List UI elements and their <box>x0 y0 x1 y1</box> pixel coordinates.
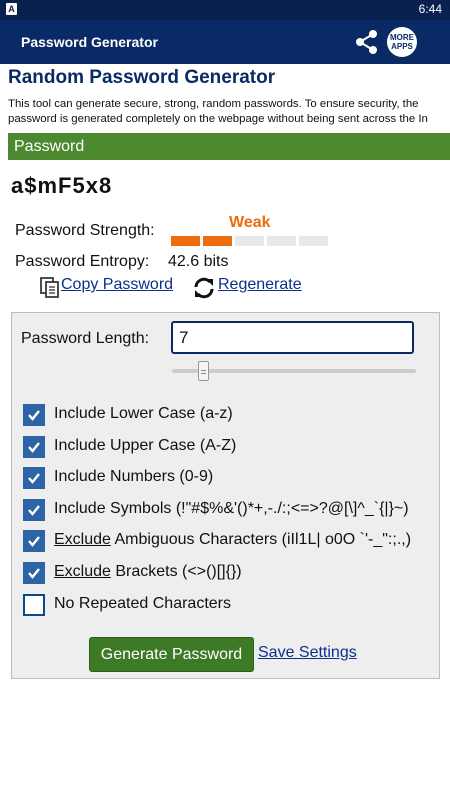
checkbox-checked[interactable] <box>23 498 45 521</box>
password-section-header: Password <box>8 133 450 160</box>
strength-meter <box>171 236 331 246</box>
option-label-text: Include Symbols (!"#$%&'()*+,-./:;<=>?@[… <box>54 499 409 517</box>
option-label-text: Include Upper Case (A-Z) <box>54 436 237 454</box>
option-label-text: Include Lower Case (a-z) <box>54 405 233 422</box>
checkbox-checked[interactable] <box>23 467 45 490</box>
strength-label: Password Strength: <box>15 222 155 239</box>
option-label: Include Upper Case (A-Z) <box>54 437 236 455</box>
option-label: Exclude Brackets (<>()[]{}) <box>54 563 242 581</box>
option-row[interactable]: Include Symbols (!"#$%&'()*+,-./:;<=>?@[… <box>23 498 438 521</box>
option-label-emphasis[interactable]: Exclude <box>54 563 111 580</box>
app-notification-icon: A <box>6 3 17 15</box>
option-row[interactable]: Include Upper Case (A-Z) <box>23 435 438 458</box>
option-row[interactable]: Include Lower Case (a-z) <box>23 404 438 426</box>
strength-segment <box>235 236 264 246</box>
generate-password-button[interactable]: Generate Password <box>89 637 254 672</box>
more-apps-label-2: APPS <box>391 42 413 51</box>
share-icon[interactable] <box>352 28 382 56</box>
option-label: No Repeated Characters <box>54 595 231 613</box>
slider-thumb[interactable] <box>197 361 209 381</box>
option-row[interactable]: Exclude Ambiguous Characters (iIl1L| o0O… <box>23 530 438 553</box>
checkbox-unchecked[interactable] <box>23 593 45 616</box>
app-bar-title: Password Generator <box>21 34 158 50</box>
strength-segment <box>171 236 200 246</box>
option-label: Include Numbers (0-9) <box>54 468 213 486</box>
entropy-value: 42.6 bits <box>168 253 229 270</box>
generated-password[interactable]: a$mF5x8 <box>11 173 112 199</box>
option-label-text: No Repeated Characters <box>54 594 231 612</box>
password-length-label: Password Length: <box>21 330 150 347</box>
checkbox-checked[interactable] <box>23 562 45 584</box>
option-label-text: Ambiguous Characters (iIl1L| o0O `'-_":;… <box>110 531 412 549</box>
entropy-label: Password Entropy: <box>15 253 150 270</box>
option-label: Exclude Ambiguous Characters (iIl1L| o0O… <box>54 531 411 549</box>
option-row[interactable]: No Repeated Characters <box>23 593 438 616</box>
strength-segment <box>203 236 232 246</box>
app-bar: Password Generator MORE APPS <box>0 20 450 64</box>
option-row[interactable]: Include Numbers (0-9) <box>23 467 438 490</box>
page-title: Random Password Generator <box>8 67 276 88</box>
option-label-text: Include Numbers (0-9) <box>54 468 214 486</box>
option-row[interactable]: Exclude Brackets (<>()[]{}) <box>23 562 438 584</box>
option-label-text: Brackets (<>()[]{}) <box>110 563 242 580</box>
more-apps-button[interactable]: MORE APPS <box>387 27 417 57</box>
strength-value: Weak <box>229 214 271 231</box>
copy-icon[interactable] <box>40 277 60 299</box>
strength-segment <box>267 236 296 246</box>
intro-text: This tool can generate secure, strong, r… <box>8 97 450 127</box>
more-apps-label-1: MORE <box>390 33 414 42</box>
status-bar: A 6:44 <box>0 0 450 20</box>
refresh-icon[interactable] <box>192 276 216 300</box>
password-length-input[interactable]: 7 <box>171 321 414 354</box>
copy-password-link[interactable]: Copy Password <box>61 276 173 294</box>
strength-segment <box>299 236 328 246</box>
settings-panel: Password Length: 7 Include Lower Case (a… <box>11 312 440 679</box>
regenerate-link[interactable]: Regenerate <box>218 276 302 294</box>
checkbox-checked[interactable] <box>23 404 45 426</box>
status-time: 6:44 <box>418 2 442 16</box>
checkbox-checked[interactable] <box>23 530 45 553</box>
option-label: Include Symbols (!"#$%&'()*+,-./:;<=>?@[… <box>54 500 409 518</box>
checkbox-checked[interactable] <box>23 435 45 458</box>
save-settings-link[interactable]: Save Settings <box>258 644 357 662</box>
intro-line-2: password is generated completely on the … <box>8 113 428 125</box>
option-label: Include Lower Case (a-z) <box>54 405 233 423</box>
option-label-emphasis[interactable]: Exclude <box>54 531 111 548</box>
intro-line-1: This tool can generate secure, strong, r… <box>8 98 419 110</box>
